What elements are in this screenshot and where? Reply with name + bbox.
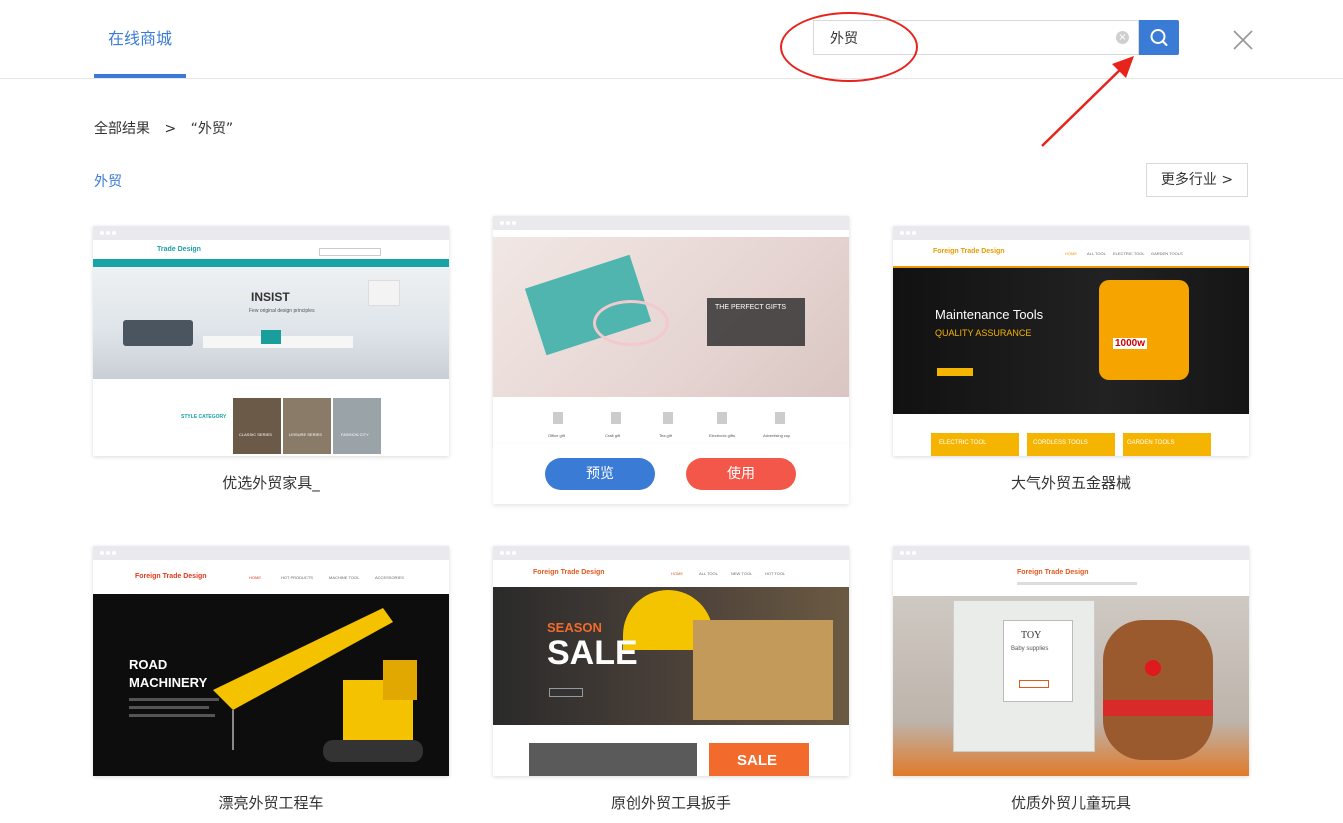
preview-nav: HOME (671, 571, 683, 576)
template-thumbnail[interactable]: THE PERFECT GIFTS Office gift Craft gift… (493, 216, 849, 446)
template-preview: Foreign Trade Design HOME ALL TOOL ELECT… (893, 240, 1249, 456)
preview-nav: MACHINE TOOL (329, 575, 360, 580)
preview-nav: HOT PRODUCTS (281, 575, 313, 580)
preview-hero-sub: Few original design principles (249, 308, 315, 314)
search-button[interactable] (1139, 20, 1179, 55)
template-preview: THE PERFECT GIFTS Office gift Craft gift… (493, 230, 849, 446)
tab-active-indicator (94, 74, 186, 78)
preview-hero: TOY (1021, 630, 1042, 641)
preview-brand: Foreign Trade Design (933, 248, 1005, 255)
template-preview: Foreign Trade Design TOY Baby supplies (893, 560, 1249, 776)
preview-icon-label: Electronic gifts (709, 433, 736, 438)
preview-hero: INSIST (251, 290, 290, 304)
template-title[interactable]: 优质外贸儿童玩具 (893, 792, 1249, 813)
preview-hero-top: SEASON (547, 620, 602, 635)
preview-badge: 1000w (1113, 338, 1148, 349)
preview-nav: HOT TOOL (765, 571, 786, 576)
preview-nav: ELECTRIC TOOL (1113, 251, 1145, 256)
preview-tile: FASHION CITY (341, 432, 369, 437)
template-thumbnail[interactable]: Foreign Trade Design HOME ALL TOOL NEW T… (493, 546, 849, 776)
preview-hero-sub: QUALITY ASSURANCE (935, 328, 1032, 338)
preview-icon-label: Office gift (548, 433, 565, 438)
preview-icon-label: Craft gift (605, 433, 621, 438)
template-thumbnail[interactable]: Foreign Trade Design HOME ALL TOOL ELECT… (893, 226, 1249, 456)
tab-online-store[interactable]: 在线商城 (94, 0, 186, 78)
browser-chrome (893, 226, 1249, 240)
preview-hero: THE PERFECT GIFTS (715, 304, 787, 311)
preview-nav: ACCESSORIES (375, 575, 404, 580)
close-icon[interactable] (1231, 28, 1255, 52)
template-thumbnail[interactable]: Foreign Trade Design TOY Baby supplies (893, 546, 1249, 776)
preview-brand: Trade Design (157, 246, 201, 253)
search-icon (1150, 29, 1168, 46)
annotation-circle (780, 12, 918, 82)
template-title[interactable]: 大气外贸五金器械 (893, 472, 1249, 493)
browser-chrome (493, 216, 849, 230)
more-industries-button[interactable]: 更多行业 > (1146, 163, 1248, 197)
preview-brand: Foreign Trade Design (533, 569, 605, 576)
template-title[interactable]: 原创外贸工具扳手 (493, 792, 849, 813)
template-thumbnail[interactable]: Trade Design INSIST Few original design … (93, 226, 449, 456)
browser-chrome (893, 546, 1249, 560)
section-title: 外贸 (94, 174, 122, 190)
preview-brand: Foreign Trade Design (135, 573, 207, 580)
template-thumbnail[interactable]: Foreign Trade Design HOME HOT PRODUCTS M… (93, 546, 449, 776)
template-preview: Foreign Trade Design HOME ALL TOOL NEW T… (493, 560, 849, 776)
preview-icon-label: Tea gift (659, 433, 672, 438)
template-title[interactable]: 漂亮外贸工程车 (93, 792, 449, 813)
breadcrumb-separator: > (164, 121, 177, 137)
breadcrumb-root[interactable]: 全部结果 (94, 121, 150, 137)
preview-nav: ALL TOOL (1087, 251, 1106, 256)
browser-chrome (93, 226, 449, 240)
preview-tile: CORDLESS TOOLS (1033, 440, 1088, 446)
preview-tile: CLASSIC SERIES (239, 432, 272, 437)
preview-banner: SALE (737, 752, 778, 769)
template-preview: Foreign Trade Design HOME HOT PRODUCTS M… (93, 560, 449, 776)
preview-nav: NEW TOOL (731, 571, 753, 576)
preview-brand: Foreign Trade Design (1017, 569, 1089, 576)
breadcrumb-current: “外贸” (190, 121, 234, 137)
browser-chrome (93, 546, 449, 560)
preview-tile: GARDEN TOOLS (1127, 440, 1175, 446)
clear-icon[interactable]: × (1116, 31, 1129, 44)
browser-chrome (493, 546, 849, 560)
annotation-arrow (1041, 56, 1134, 147)
preview-button[interactable]: 预览 (545, 458, 655, 490)
preview-hero: SALE (547, 634, 638, 672)
preview-hero-sub: Baby supplies (1011, 646, 1049, 652)
preview-icon-label: Advertising cup (763, 433, 791, 438)
breadcrumb: 全部结果 > “外贸” (94, 118, 243, 138)
template-preview: Trade Design INSIST Few original design … (93, 240, 449, 456)
preview-nav: ALL TOOL (699, 571, 718, 576)
use-button[interactable]: 使用 (686, 458, 796, 490)
preview-tile: LEISURE SERIES (289, 432, 322, 437)
preview-tile: ELECTRIC TOOL (939, 440, 987, 446)
template-title[interactable]: 优选外贸家具_ (93, 472, 449, 493)
preview-category: STYLE CATEGORY (181, 414, 227, 420)
preview-nav: GARDEN TOOLS (1151, 251, 1183, 256)
preview-nav: HOME (1065, 251, 1077, 256)
preview-nav: HOME (249, 575, 261, 580)
template-actions: 预览 使用 (493, 444, 849, 504)
preview-hero: Maintenance Tools (935, 307, 1044, 322)
